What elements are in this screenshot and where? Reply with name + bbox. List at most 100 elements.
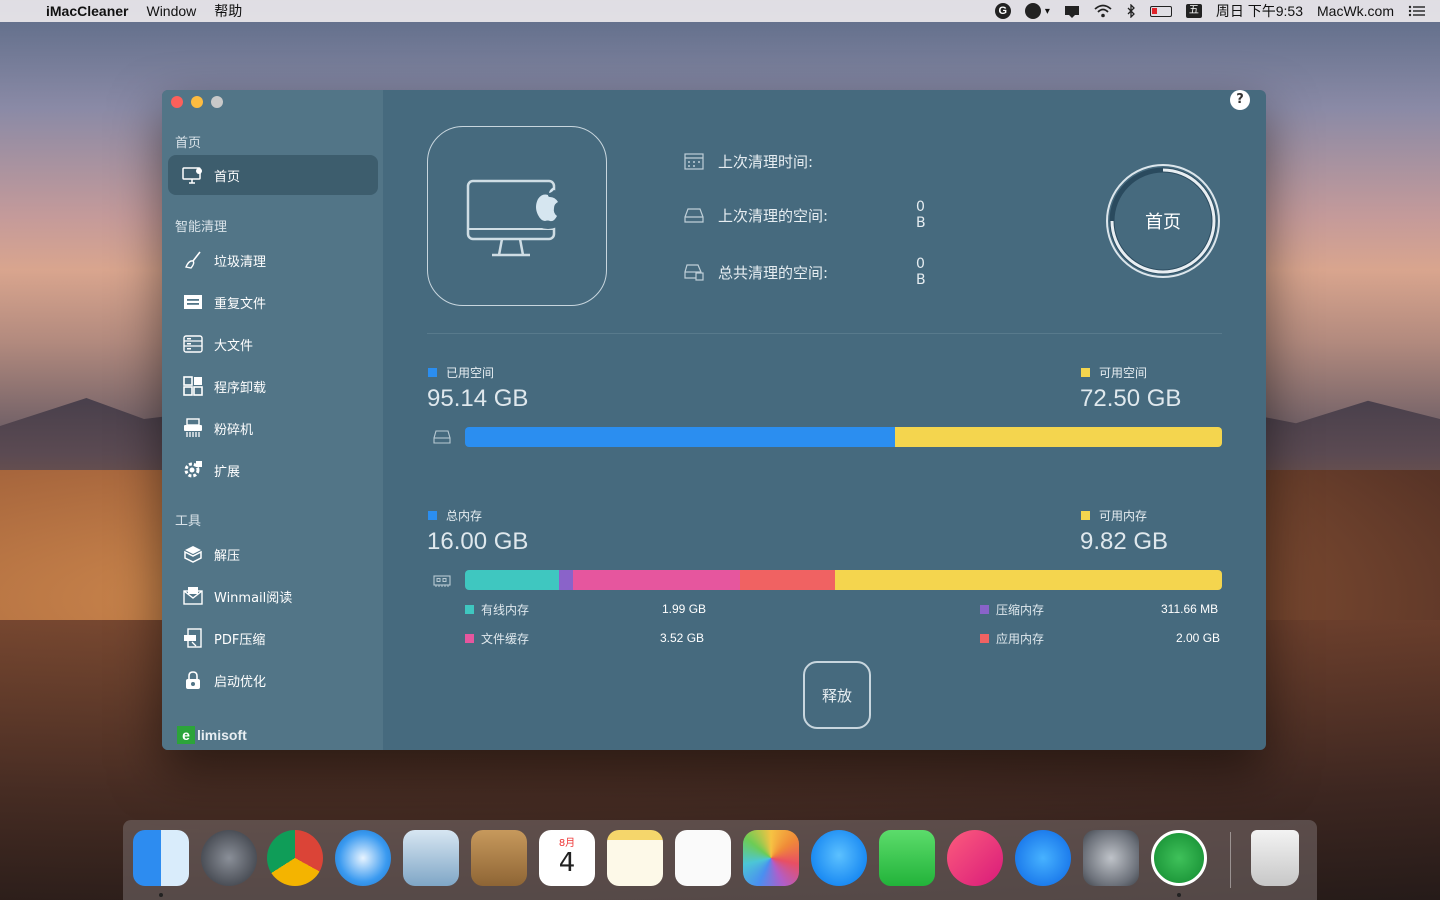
- sidebar-item-label: 程序卸载: [214, 380, 267, 396]
- photos-icon[interactable]: [743, 830, 799, 886]
- drive-icon: [684, 208, 704, 223]
- clock[interactable]: 周日 下午9:53: [1216, 1, 1303, 21]
- sidebar-item-label: 重复文件: [214, 296, 267, 312]
- ring-label[interactable]: 首页: [1104, 162, 1222, 280]
- menu-help[interactable]: 帮助: [214, 1, 242, 21]
- sidebar-item-unzip[interactable]: 解压: [168, 534, 378, 574]
- section-tools-title: 工具: [175, 514, 202, 529]
- contacts-icon[interactable]: [471, 830, 527, 886]
- mail-reader-icon: [182, 585, 204, 607]
- running-indicator: [1177, 893, 1181, 897]
- total-clean-label: 总共清理的空间:: [718, 263, 829, 282]
- sidebar-item-pdf[interactable]: PDF压缩: [168, 618, 378, 658]
- bluetooth-icon[interactable]: [1126, 4, 1136, 18]
- free-space-legend: 可用空间: [1081, 364, 1147, 381]
- app-memory-value: 2.00 GB: [1176, 631, 1221, 645]
- sidebar-item-label: 大文件: [214, 338, 254, 354]
- sidebar-item-label: 解压: [214, 548, 241, 564]
- avail-mem-color-swatch: [1081, 511, 1090, 520]
- wired-memory-item: 有线内存: [465, 601, 529, 618]
- sidebar-item-label: 首页: [214, 169, 241, 185]
- sidebar-item-uninstall[interactable]: 程序卸载: [168, 366, 378, 406]
- sidebar: 首页 首页 智能清理 垃圾清理 重复文件 大文件 程序卸载 粉碎机 扩展 工具 …: [162, 90, 383, 750]
- wifi-icon[interactable]: [1094, 4, 1112, 18]
- free-space-value: 72.50 GB: [1080, 385, 1182, 412]
- sidebar-item-junk[interactable]: 垃圾清理: [168, 240, 378, 280]
- app-menu[interactable]: iMacCleaner: [46, 3, 128, 19]
- disk-usage-bar: [465, 427, 1222, 447]
- memory-chip-icon: [433, 575, 451, 587]
- list-icon[interactable]: [1408, 5, 1426, 17]
- messages-icon[interactable]: [811, 830, 867, 886]
- sidebar-item-label: PDF压缩: [214, 632, 266, 648]
- calendar-month: 8月: [558, 838, 576, 849]
- wired-swatch: [465, 605, 474, 614]
- sidebar-item-home[interactable]: 首页: [168, 155, 378, 195]
- app-store-icon[interactable]: [1015, 830, 1071, 886]
- chevron-down-icon[interactable]: ▾: [1045, 6, 1050, 17]
- calendar-icon[interactable]: 8月 4: [539, 830, 595, 886]
- trash-icon[interactable]: [1251, 830, 1299, 886]
- sidebar-item-duplicates[interactable]: 重复文件: [168, 282, 378, 322]
- help-button[interactable]: ?: [1230, 90, 1250, 110]
- facetime-icon[interactable]: [879, 830, 935, 886]
- sidebar-item-winmail[interactable]: Winmail阅读: [168, 576, 378, 616]
- safari-icon[interactable]: [335, 830, 391, 886]
- menu-window[interactable]: Window: [146, 3, 196, 19]
- duplicate-files-icon: [182, 291, 204, 313]
- sidebar-item-large-files[interactable]: 大文件: [168, 324, 378, 364]
- file-cache-item: 文件缓存: [465, 630, 529, 647]
- last-clean-space-value: 0 B: [916, 199, 926, 231]
- compressed-memory-value: 311.66 MB: [1161, 602, 1219, 616]
- app-window: 首页 首页 智能清理 垃圾清理 重复文件 大文件 程序卸载 粉碎机 扩展 工具 …: [162, 90, 1266, 750]
- disk-free-segment: [894, 427, 1222, 447]
- free-color-swatch: [1081, 368, 1090, 377]
- sidebar-item-extensions[interactable]: 扩展: [168, 450, 378, 490]
- drive-stack-icon: [684, 264, 704, 281]
- imaccleaner-icon[interactable]: [1151, 830, 1207, 886]
- music-icon[interactable]: [947, 830, 1003, 886]
- notes-icon[interactable]: [607, 830, 663, 886]
- site-label[interactable]: MacWk.com: [1317, 3, 1394, 19]
- zoom-button[interactable]: [211, 96, 223, 108]
- sidebar-item-startup[interactable]: 启动优化: [168, 660, 378, 700]
- available-memory-value: 9.82 GB: [1080, 528, 1169, 555]
- reminders-icon[interactable]: [675, 830, 731, 886]
- sidebar-item-label: 启动优化: [214, 674, 267, 690]
- memory-usage-bar: [465, 570, 1222, 590]
- available-memory-legend: 可用内存: [1081, 507, 1147, 524]
- sidebar-item-shredder[interactable]: 粉碎机: [168, 408, 378, 448]
- release-button[interactable]: 释放: [803, 661, 871, 729]
- used-color-swatch: [428, 368, 437, 377]
- notification-icon[interactable]: [1064, 4, 1080, 18]
- grammarly-icon[interactable]: G: [994, 3, 1011, 19]
- launchpad-icon[interactable]: [201, 830, 257, 886]
- dot-icon[interactable]: [1024, 3, 1041, 19]
- unzip-box-icon: [182, 543, 204, 565]
- close-button[interactable]: [171, 96, 183, 108]
- used-space-value: 95.14 GB: [427, 385, 529, 412]
- total-memory-value: 16.00 GB: [427, 528, 529, 555]
- dock-separator: [1230, 832, 1231, 888]
- sidebar-item-label: Winmail阅读: [214, 590, 293, 606]
- finder-icon[interactable]: [133, 830, 189, 886]
- total-mem-color-swatch: [428, 511, 437, 520]
- total-memory-legend: 总内存: [428, 507, 482, 524]
- broom-icon: [182, 249, 204, 271]
- imac-apple-icon: [466, 179, 568, 257]
- system-preferences-icon[interactable]: [1083, 830, 1139, 886]
- disk-used-segment: [465, 427, 895, 447]
- section-smart-title: 智能清理: [175, 220, 228, 235]
- input-method-icon[interactable]: 五: [1185, 4, 1202, 18]
- compressed-swatch: [980, 605, 989, 614]
- file-cache-segment: [573, 570, 740, 590]
- lock-icon: [182, 669, 204, 691]
- last-clean-time-row: 上次清理时间:: [684, 149, 813, 173]
- running-indicator: [159, 893, 163, 897]
- wired-segment: [465, 570, 559, 590]
- mail-icon[interactable]: [403, 830, 459, 886]
- battery-icon[interactable]: [1149, 5, 1172, 17]
- chrome-icon[interactable]: [267, 830, 323, 886]
- minimize-button[interactable]: [191, 96, 203, 108]
- gear-extension-icon: [182, 459, 204, 481]
